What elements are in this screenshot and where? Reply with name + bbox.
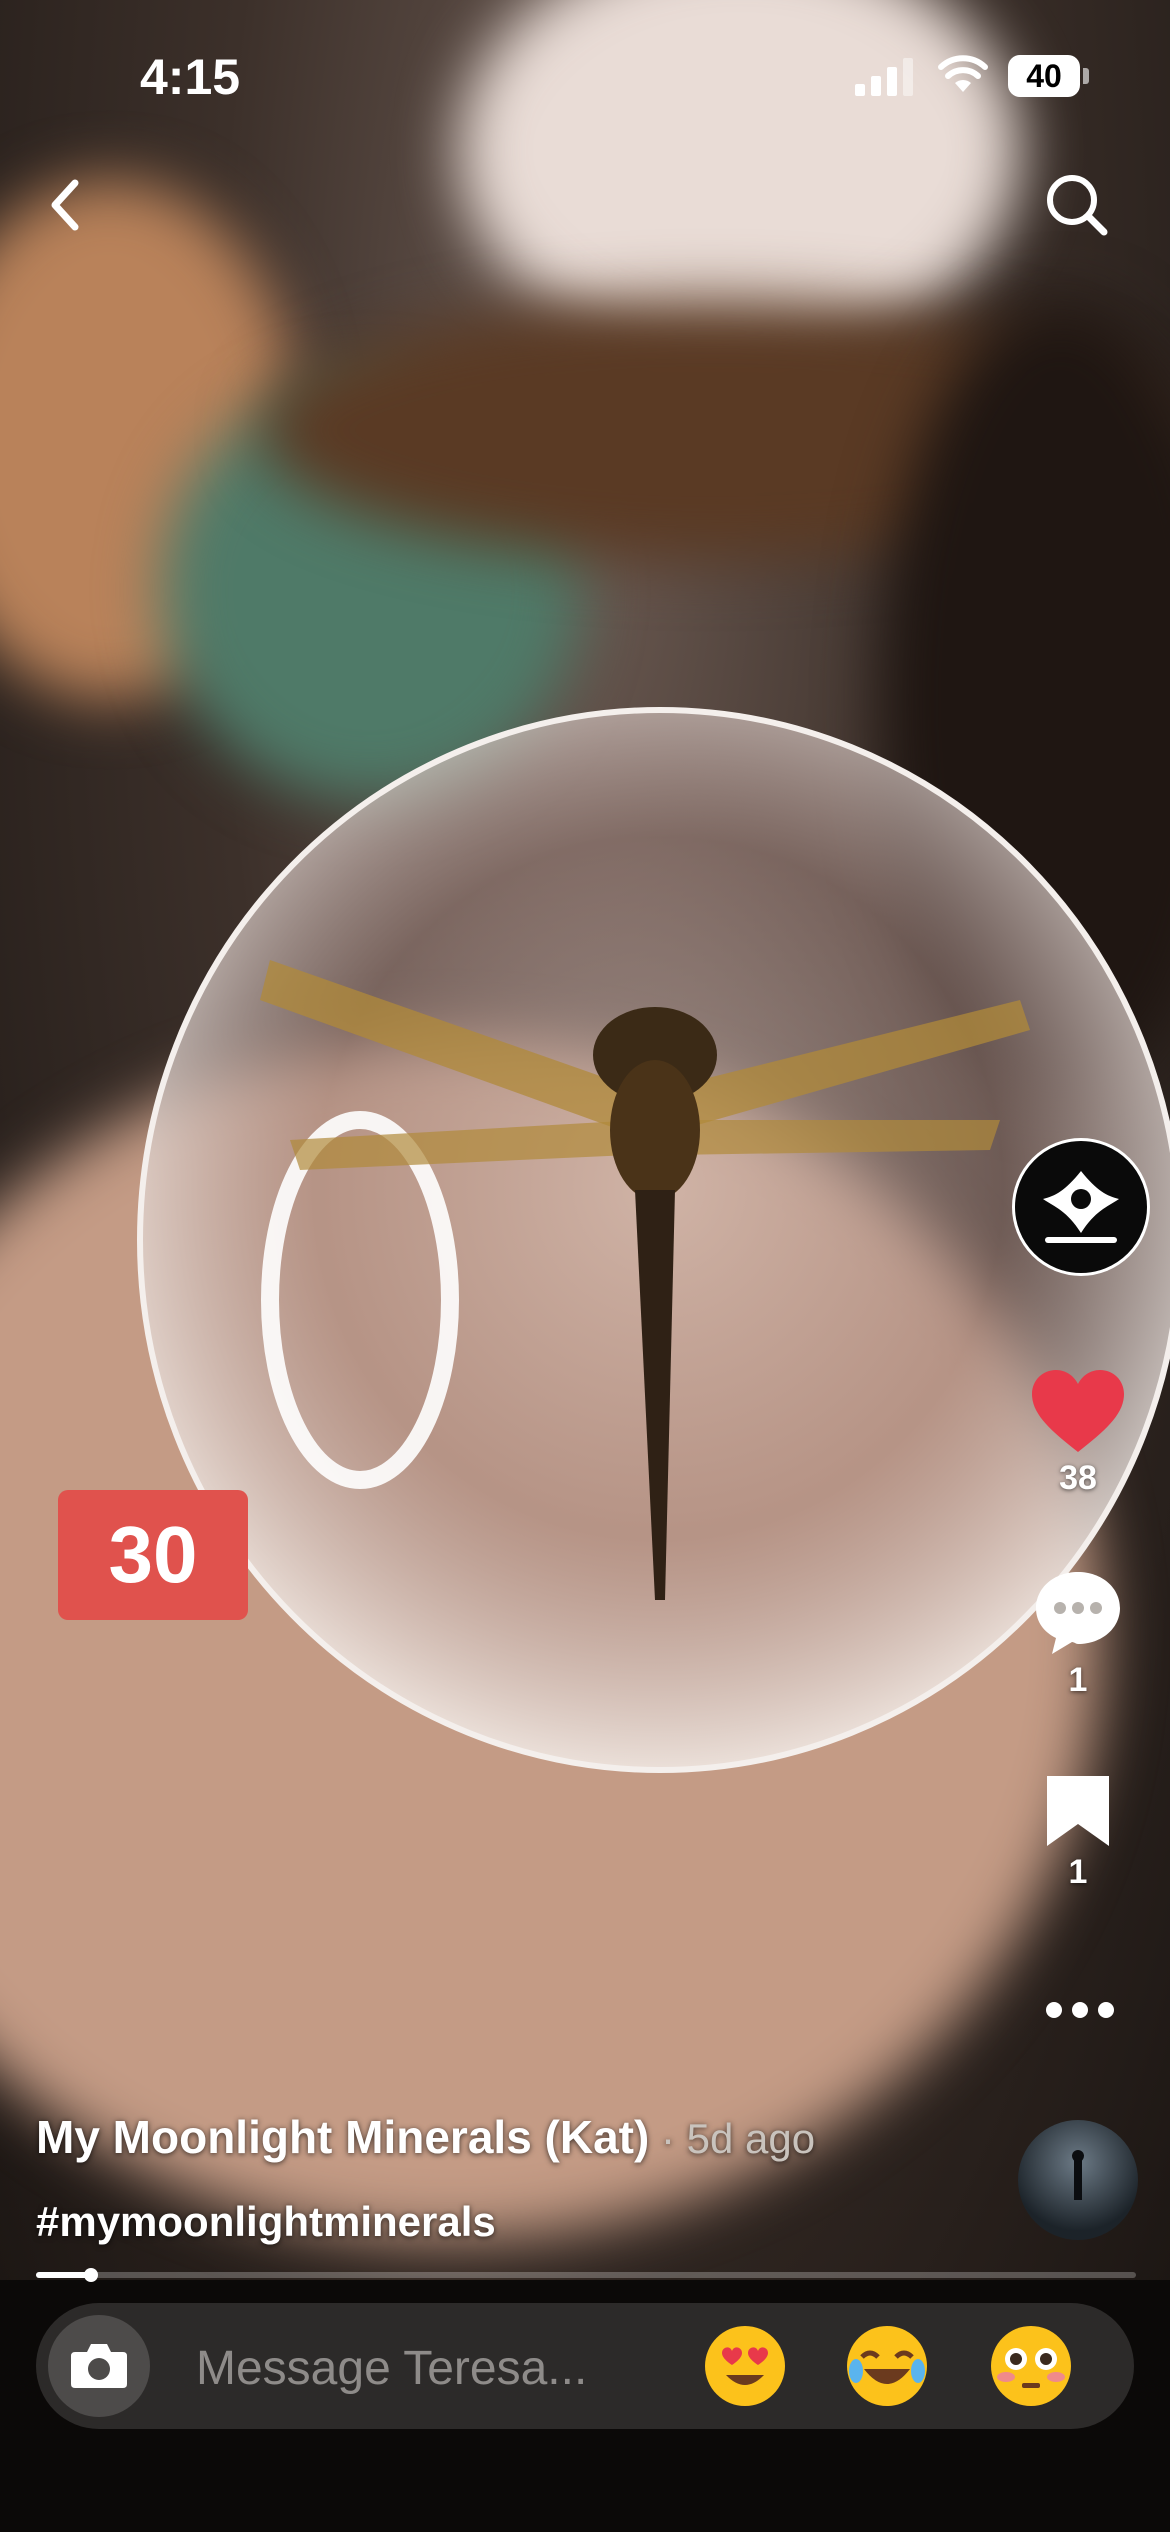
heart-eyes-emoji-icon[interactable]: [702, 2323, 788, 2409]
sound-figure: [1072, 2150, 1084, 2200]
sound-avatar[interactable]: [1018, 2120, 1138, 2240]
cellular-signal-icon: [855, 58, 913, 96]
comment-icon: [1036, 1572, 1120, 1654]
caption-line: My Moonlight Minerals (Kat) · 5d ago: [36, 2110, 815, 2164]
save-count: 1: [1068, 1853, 1088, 1891]
save-button[interactable]: 1: [1008, 1772, 1148, 1892]
video-progress-bar[interactable]: [36, 2268, 1136, 2282]
more-button[interactable]: [1038, 1990, 1122, 2030]
hashtag-link[interactable]: #mymoonlightminerals: [36, 2198, 496, 2246]
like-count: 38: [1059, 1459, 1097, 1497]
moonlight-logo: [1043, 1171, 1119, 1243]
bookmark-icon: [1047, 1776, 1109, 1846]
timer-badge: 30: [58, 1490, 248, 1620]
post-age: · 5d ago: [649, 2115, 816, 2162]
status-bar: 4:15 40: [0, 0, 1170, 150]
battery-indicator: 40: [1008, 55, 1089, 97]
comment-button[interactable]: 1: [1008, 1568, 1148, 1700]
video-progress-fill: [36, 2272, 91, 2278]
search-icon: [1047, 175, 1108, 236]
back-button[interactable]: [30, 170, 100, 240]
back-icon: [51, 179, 79, 231]
creator-avatar[interactable]: [1012, 1138, 1150, 1276]
battery-tip: [1083, 68, 1089, 84]
heart-icon: [1032, 1370, 1124, 1452]
video-progress-knob[interactable]: [84, 2268, 98, 2282]
status-time: 4:15: [140, 49, 241, 105]
wifi-icon: [938, 55, 988, 92]
author-name[interactable]: My Moonlight Minerals (Kat): [36, 2111, 649, 2163]
message-bar: Message Teresa...: [36, 2303, 1134, 2429]
search-button[interactable]: [1040, 168, 1114, 242]
camera-button[interactable]: [48, 2315, 150, 2417]
video-frame[interactable]: [0, 0, 1170, 2280]
like-button[interactable]: 38: [1008, 1368, 1148, 1498]
more-icon: [1046, 2002, 1114, 2018]
laughing-emoji-icon[interactable]: [844, 2323, 930, 2409]
flushed-emoji-icon[interactable]: [988, 2323, 1074, 2409]
comment-count: 1: [1068, 1661, 1088, 1699]
camera-icon: [71, 2344, 127, 2388]
message-input[interactable]: Message Teresa...: [196, 2341, 587, 2396]
battery-level: 40: [1008, 55, 1080, 97]
